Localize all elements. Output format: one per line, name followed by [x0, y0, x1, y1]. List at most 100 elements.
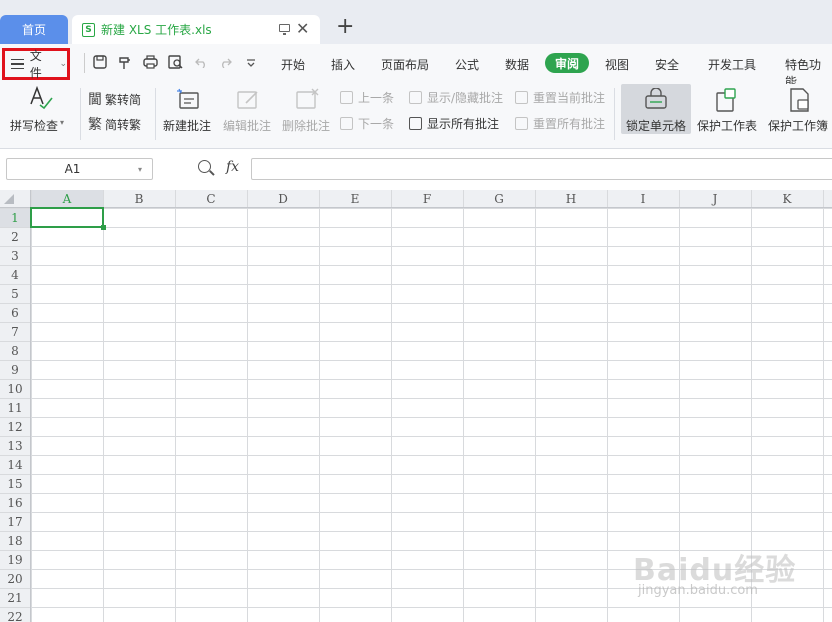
- row-header-3[interactable]: 3: [0, 246, 30, 265]
- trad-simp-icon: 閫: [88, 92, 102, 108]
- lock-cell-label: 锁定单元格: [626, 119, 687, 133]
- reset-current-comment-label: 重置当前批注: [533, 91, 606, 105]
- column-header-h[interactable]: H: [535, 190, 607, 208]
- row-header-13[interactable]: 13: [0, 436, 30, 455]
- column-header-c[interactable]: C: [175, 190, 247, 208]
- tab-developer[interactable]: 开发工具: [708, 56, 756, 73]
- prev-comment-button[interactable]: 上一条: [340, 89, 394, 106]
- lock-cell-button[interactable]: 锁定单元格: [621, 86, 691, 134]
- row-header-8[interactable]: 8: [0, 341, 30, 360]
- monitor-icon[interactable]: [279, 24, 290, 35]
- delete-comment-button[interactable]: 删除批注: [281, 86, 333, 136]
- spell-check-label: 拼写检查: [10, 119, 59, 133]
- divider: [155, 88, 156, 140]
- row-header-9[interactable]: 9: [0, 360, 30, 379]
- format-painter-icon[interactable]: [118, 55, 132, 70]
- column-header-k[interactable]: K: [751, 190, 823, 208]
- reset-all-comments-button[interactable]: 重置所有批注: [515, 115, 605, 132]
- row-header-10[interactable]: 10: [0, 379, 30, 398]
- tab-data[interactable]: 数据: [505, 56, 529, 73]
- show-all-comments-icon: [409, 117, 422, 130]
- tab-security[interactable]: 安全: [655, 56, 679, 73]
- chevron-down-icon[interactable]: ▾: [138, 165, 152, 174]
- row-header-4[interactable]: 4: [0, 265, 30, 284]
- row-header-16[interactable]: 16: [0, 493, 30, 512]
- reset-all-comments-icon: [515, 117, 528, 130]
- row-header-6[interactable]: 6: [0, 303, 30, 322]
- prev-comment-label: 上一条: [358, 91, 395, 105]
- tab-start[interactable]: 开始: [281, 56, 305, 73]
- column-header-j[interactable]: J: [679, 190, 751, 208]
- column-header-f[interactable]: F: [391, 190, 463, 208]
- row-header-1[interactable]: 1: [0, 208, 30, 227]
- row-header-11[interactable]: 11: [0, 398, 30, 417]
- name-box-value: A1: [64, 162, 81, 176]
- watermark-url: jingyan.baidu.com: [638, 583, 758, 598]
- row-header-12[interactable]: 12: [0, 417, 30, 436]
- column-header-d[interactable]: D: [247, 190, 319, 208]
- delete-comment-icon: [296, 88, 319, 109]
- row-header-2[interactable]: 2: [0, 227, 30, 246]
- print-preview-icon[interactable]: [168, 55, 184, 70]
- edit-comment-icon: [237, 91, 258, 109]
- customize-quick-access-icon[interactable]: [246, 58, 256, 68]
- row-header-19[interactable]: 19: [0, 550, 30, 569]
- tab-home[interactable]: 首页: [0, 15, 68, 44]
- chevron-down-icon: ▾: [60, 118, 65, 127]
- column-header-b[interactable]: B: [103, 190, 175, 208]
- row-header-17[interactable]: 17: [0, 512, 30, 531]
- row-header-18[interactable]: 18: [0, 531, 30, 550]
- tab-review-label: 审阅: [554, 56, 579, 71]
- protect-workbook-icon: [790, 88, 809, 112]
- protect-workbook-button[interactable]: 保护工作簿: [766, 86, 832, 134]
- formula-input[interactable]: [251, 158, 832, 180]
- row-header-14[interactable]: 14: [0, 455, 30, 474]
- spell-check-icon: [30, 86, 53, 110]
- fx-icon[interactable]: fx: [226, 159, 239, 175]
- column-header-i[interactable]: I: [607, 190, 679, 208]
- undo-icon[interactable]: [195, 57, 208, 68]
- redo-icon[interactable]: [219, 57, 232, 68]
- new-comment-button[interactable]: 新建批注: [162, 86, 214, 136]
- file-menu-button[interactable]: 文件 ⌄: [2, 48, 70, 80]
- next-comment-button[interactable]: 下一条: [340, 115, 394, 132]
- spell-check-button[interactable]: 拼写检查 ▾: [8, 86, 68, 136]
- tab-formula[interactable]: 公式: [455, 56, 479, 73]
- tab-page-layout[interactable]: 页面布局: [381, 56, 429, 73]
- new-tab-button[interactable]: +: [336, 14, 354, 39]
- edit-comment-button[interactable]: 编辑批注: [222, 86, 274, 136]
- lock-icon: [645, 88, 667, 109]
- show-all-comments-label: 显示所有批注: [427, 117, 500, 131]
- column-header-e[interactable]: E: [319, 190, 391, 208]
- row-header-15[interactable]: 15: [0, 474, 30, 493]
- row-header-20[interactable]: 20: [0, 569, 30, 588]
- row-header-21[interactable]: 21: [0, 588, 30, 607]
- selected-cell[interactable]: [30, 207, 106, 230]
- print-icon[interactable]: [143, 55, 158, 69]
- protect-sheet-button[interactable]: 保护工作表: [695, 86, 759, 134]
- row-header-22[interactable]: 22: [0, 607, 30, 622]
- trad-to-simp-button[interactable]: 閫 繁转简: [88, 89, 141, 109]
- reset-current-comment-button[interactable]: 重置当前批注: [515, 89, 605, 106]
- column-header-g[interactable]: G: [463, 190, 535, 208]
- tab-review[interactable]: 审阅: [545, 53, 589, 73]
- row-header-5[interactable]: 5: [0, 284, 30, 303]
- row-header-7[interactable]: 7: [0, 322, 30, 341]
- divider: [614, 88, 615, 140]
- reset-current-comment-icon: [515, 91, 528, 104]
- name-box[interactable]: A1 ▾: [6, 158, 153, 180]
- simp-to-trad-button[interactable]: 繁 简转繁: [88, 114, 141, 134]
- next-comment-label: 下一条: [358, 117, 395, 131]
- tab-document[interactable]: S 新建 XLS 工作表.xls ✕: [72, 15, 320, 44]
- trad-to-simp-label: 繁转简: [105, 92, 142, 107]
- fill-handle[interactable]: [101, 225, 106, 230]
- tab-view[interactable]: 视图: [605, 56, 629, 73]
- tab-insert[interactable]: 插入: [331, 56, 355, 73]
- show-hide-comment-button[interactable]: 显示/隐藏批注: [409, 89, 503, 106]
- reset-all-comments-label: 重置所有批注: [533, 117, 606, 131]
- show-all-comments-button[interactable]: 显示所有批注: [409, 115, 499, 132]
- close-icon[interactable]: ✕: [296, 19, 309, 38]
- column-header-a[interactable]: A: [31, 190, 103, 208]
- save-icon[interactable]: [93, 55, 107, 69]
- zoom-icon[interactable]: [198, 160, 211, 173]
